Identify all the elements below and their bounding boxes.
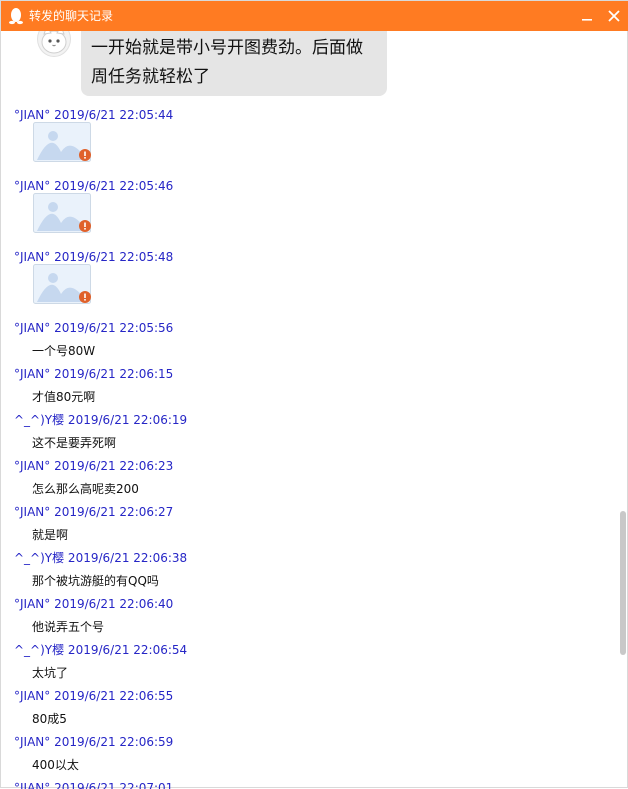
minimize-icon[interactable] <box>578 7 596 25</box>
message-text: 这不是要弄死啊 <box>32 436 117 450</box>
image-failed-icon[interactable] <box>33 122 93 163</box>
message-header: ^_^)Y樱 2019/6/21 22:06:38 <box>14 551 188 565</box>
message-header: °JIAN° 2019/6/21 22:06:15 <box>14 367 174 381</box>
message-list[interactable]: 一开始就是带小号开图费劲。后面做 周任务就轻松了 °JIAN° 2019/6/2… <box>1 31 619 789</box>
message-header: °JIAN° 2019/6/21 22:06:40 <box>14 597 174 611</box>
image-failed-icon[interactable] <box>33 264 93 305</box>
avatar <box>37 31 71 57</box>
message-text: 一个号80W <box>32 344 96 358</box>
message-header: °JIAN° 2019/6/21 22:05:48 <box>14 250 174 264</box>
chat-history-window: 转发的聊天记录 一开始就是带小号开图费劲。后面做 周任务就轻松了 °JIAN° … <box>0 0 628 789</box>
message-text: 怎么那么高呢卖200 <box>32 482 139 496</box>
message-header: ^_^)Y樱 2019/6/21 22:06:19 <box>14 413 188 427</box>
message-line: 一开始就是带小号开图费劲。后面做 <box>91 38 363 58</box>
message-header: °JIAN° 2019/6/21 22:06:55 <box>14 689 174 703</box>
scrollbar-thumb[interactable] <box>620 511 626 655</box>
image-failed-icon[interactable] <box>33 193 93 234</box>
close-icon[interactable] <box>605 7 623 25</box>
message-text: 太坑了 <box>32 666 69 680</box>
message-text: 80成5 <box>32 712 67 726</box>
message-header: °JIAN° 2019/6/21 22:06:23 <box>14 459 174 473</box>
message-text: 那个被坑游艇的有QQ吗 <box>32 574 159 588</box>
message-bubble: 一开始就是带小号开图费劲。后面做 周任务就轻松了 <box>81 31 387 96</box>
message-header: °JIAN° 2019/6/21 22:05:56 <box>14 321 174 335</box>
message-text: 就是啊 <box>32 528 69 542</box>
message-header: ^_^)Y樱 2019/6/21 22:06:54 <box>14 643 188 657</box>
cat-avatar-icon <box>41 31 67 54</box>
message-line: 周任务就轻松了 <box>91 67 210 87</box>
scrollbar[interactable] <box>619 31 628 788</box>
message-header: °JIAN° 2019/6/21 22:05:46 <box>14 179 174 193</box>
title-bar[interactable]: 转发的聊天记录 <box>1 1 628 31</box>
message-header: °JIAN° 2019/6/21 22:05:44 <box>14 108 174 122</box>
message-text: 才值80元啊 <box>32 390 96 404</box>
message-header: °JIAN° 2019/6/21 22:06:27 <box>14 505 174 519</box>
window-title: 转发的聊天记录 <box>29 9 114 23</box>
message-text: 400以太 <box>32 758 79 772</box>
message-text: 他说弄五个号 <box>32 620 105 634</box>
qq-penguin-icon <box>9 8 23 25</box>
message-header: °JIAN° 2019/6/21 22:06:59 <box>14 735 174 749</box>
